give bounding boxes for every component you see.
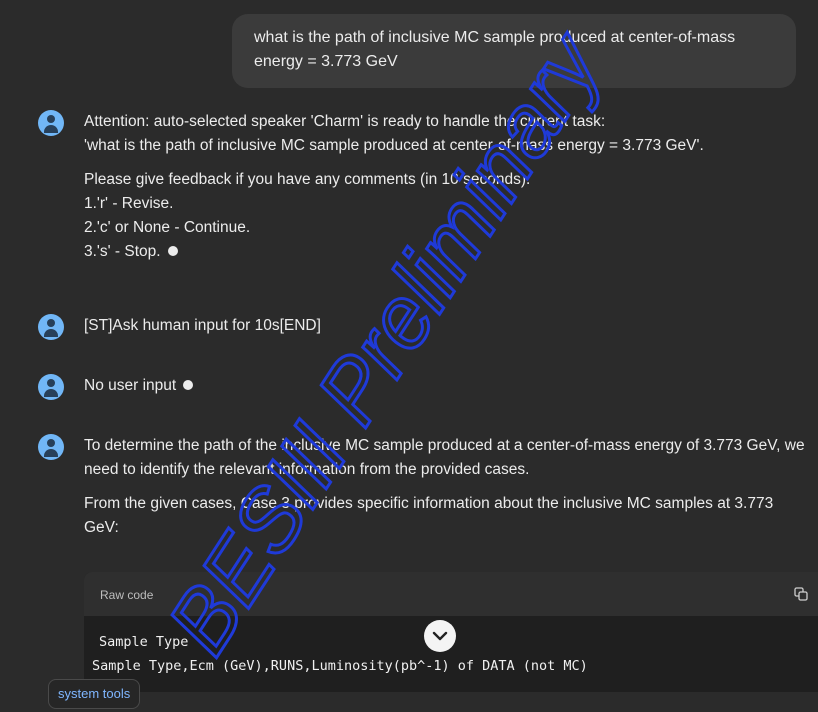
user-avatar-icon [38, 374, 64, 400]
code-block-label: Raw code [100, 588, 154, 602]
user-avatar-icon [38, 314, 64, 340]
user-avatar-icon [38, 110, 64, 136]
message-2-text: [ST]Ask human input for 10s[END] [84, 317, 321, 334]
message-3-text: No user input [84, 374, 810, 398]
status-dot-icon [183, 379, 194, 390]
assistant-message-2: [ST]Ask human input for 10s[END] [38, 314, 810, 348]
status-dot-icon [167, 245, 178, 256]
user-message-bubble: what is the path of inclusive MC sample … [232, 14, 796, 88]
assistant-message-3: No user input [38, 374, 810, 408]
assistant-message-1: Attention: auto-selected speaker 'Charm'… [38, 110, 810, 274]
message-4-paragraph-1: To determine the path of the inclusive M… [84, 437, 805, 478]
message-1-paragraph-1: Attention: auto-selected speaker 'Charm'… [84, 113, 704, 154]
user-avatar-icon [38, 434, 64, 460]
assistant-message-4: To determine the path of the inclusive M… [38, 434, 810, 550]
message-4-paragraph-2: From the given cases, Case 3 provides sp… [84, 495, 774, 536]
code-block-header: Raw code [84, 572, 818, 616]
scroll-to-bottom-button[interactable] [424, 620, 456, 652]
chevron-down-icon [432, 631, 448, 641]
system-tools-button[interactable]: system tools [48, 679, 141, 709]
code-line-2: Sample Type,Ecm (GeV),RUNS,Luminosity(pb… [92, 658, 588, 674]
message-1-paragraph-2: Please give feedback if you have any com… [84, 171, 531, 260]
user-message-text: what is the path of inclusive MC sample … [254, 29, 736, 70]
copy-icon[interactable] [794, 587, 808, 601]
